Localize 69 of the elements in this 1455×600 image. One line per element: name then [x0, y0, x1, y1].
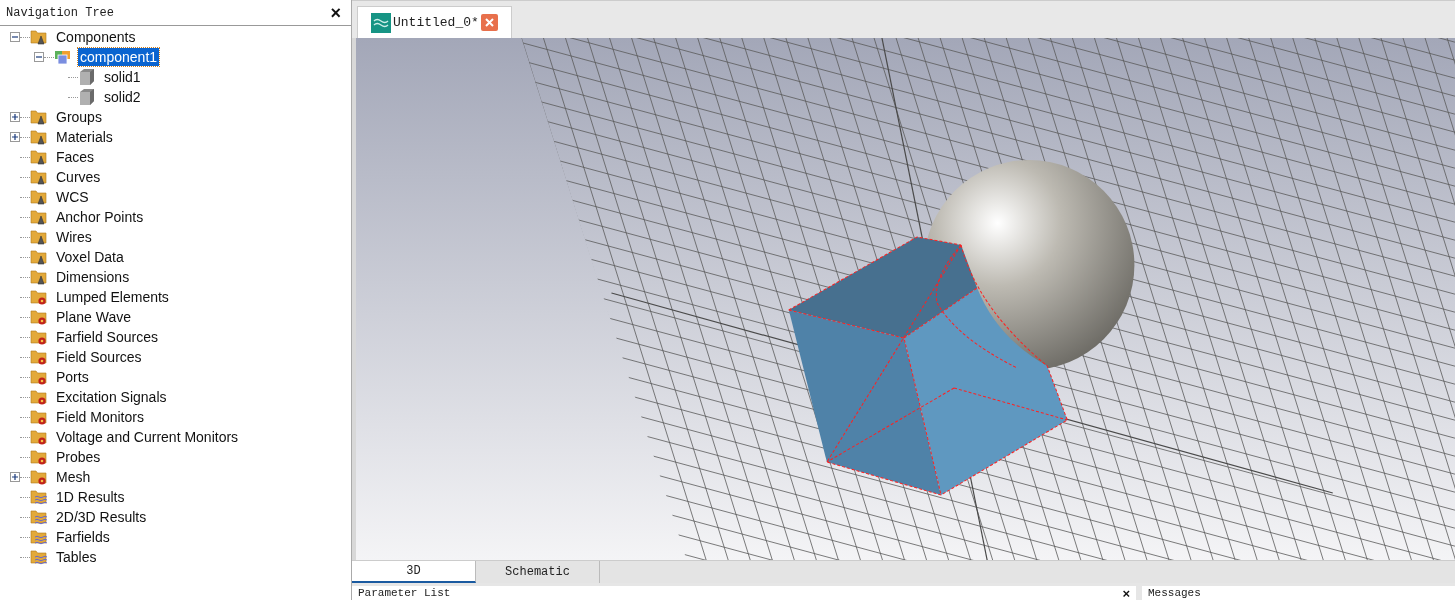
tree-item[interactable]: Ports: [54, 368, 91, 386]
folder-cone-icon: [30, 209, 48, 225]
tree-item[interactable]: component1: [78, 48, 160, 66]
folder-gear-icon: [30, 389, 48, 405]
tree-item[interactable]: solid2: [102, 88, 143, 106]
tree-item[interactable]: Materials: [54, 128, 115, 146]
folder-cone-icon: [30, 229, 48, 245]
folder-cone-icon: [30, 249, 48, 265]
tree-item[interactable]: Curves: [54, 168, 103, 186]
folder-wave-icon: [30, 549, 48, 565]
expand-toggle[interactable]: [10, 112, 20, 122]
tree-item[interactable]: 1D Results: [54, 488, 127, 506]
tree-item[interactable]: Field Monitors: [54, 408, 146, 426]
tree-item[interactable]: Plane Wave: [54, 308, 133, 326]
tree-item[interactable]: Field Sources: [54, 348, 144, 366]
tree-item[interactable]: Excitation Signals: [54, 388, 169, 406]
folder-wave-icon: [30, 509, 48, 525]
close-icon[interactable]: [480, 14, 498, 31]
tree-item[interactable]: 2D/3D Results: [54, 508, 149, 526]
folder-cone-icon: [30, 189, 48, 205]
tree-item[interactable]: solid1: [102, 68, 143, 86]
folder-cone-icon: [30, 149, 48, 165]
folder-gear-icon: [30, 309, 48, 325]
collapse-toggle[interactable]: [34, 52, 44, 62]
tree-item[interactable]: Groups: [54, 108, 104, 126]
folder-gear-icon: [30, 329, 48, 345]
tree-item[interactable]: Farfield Sources: [54, 328, 160, 346]
folder-gear-icon: [30, 349, 48, 365]
close-button[interactable]: ×: [326, 3, 345, 22]
tree-item[interactable]: Components: [54, 28, 138, 46]
tree-item[interactable]: Voxel Data: [54, 248, 126, 266]
panel-title: Messages: [1148, 586, 1201, 600]
collapse-toggle[interactable]: [10, 32, 20, 42]
cube-icon: [78, 88, 96, 106]
folder-cone-icon: [30, 169, 48, 185]
tree-item[interactable]: Lumped Elements: [54, 288, 171, 306]
tree-item[interactable]: Mesh: [54, 468, 93, 486]
folder-wave-icon: [30, 489, 48, 505]
folder-wave-icon: [30, 529, 48, 545]
tree-item[interactable]: Tables: [54, 548, 99, 566]
expand-toggle[interactable]: [10, 472, 20, 482]
folder-gear-icon: [30, 449, 48, 465]
tree-item[interactable]: Farfields: [54, 528, 112, 546]
tree-item[interactable]: Wires: [54, 228, 94, 246]
view-tab[interactable]: 3D: [352, 561, 476, 583]
folder-cone-icon: [30, 269, 48, 285]
cube-icon: [78, 68, 96, 86]
panel-title: Parameter List: [358, 586, 451, 600]
tree-item[interactable]: Probes: [54, 448, 103, 466]
expand-toggle[interactable]: [10, 132, 20, 142]
folder-gear-icon: [30, 409, 48, 425]
tree-item[interactable]: Voltage and Current Monitors: [54, 428, 241, 446]
cubes-icon: [54, 49, 72, 65]
tree-item[interactable]: Anchor Points: [54, 208, 146, 226]
tab-label: Untitled_0*: [393, 13, 479, 32]
folder-gear-icon: [30, 369, 48, 385]
folder-cone-icon: [30, 109, 48, 125]
panel-title: Navigation Tree: [6, 4, 115, 22]
folder-gear-icon: [30, 469, 48, 485]
document-tab[interactable]: Untitled_0*: [357, 6, 512, 38]
folder-gear-icon: [30, 289, 48, 305]
tree-item[interactable]: Dimensions: [54, 268, 132, 286]
tree-item[interactable]: Faces: [54, 148, 97, 166]
folder-cone-icon: [30, 29, 48, 45]
folder-cone-icon: [30, 129, 48, 145]
tree-item[interactable]: WCS: [54, 188, 91, 206]
waves-icon: [371, 12, 391, 33]
folder-gear-icon: [30, 429, 48, 445]
close-button[interactable]: ×: [1122, 586, 1130, 600]
